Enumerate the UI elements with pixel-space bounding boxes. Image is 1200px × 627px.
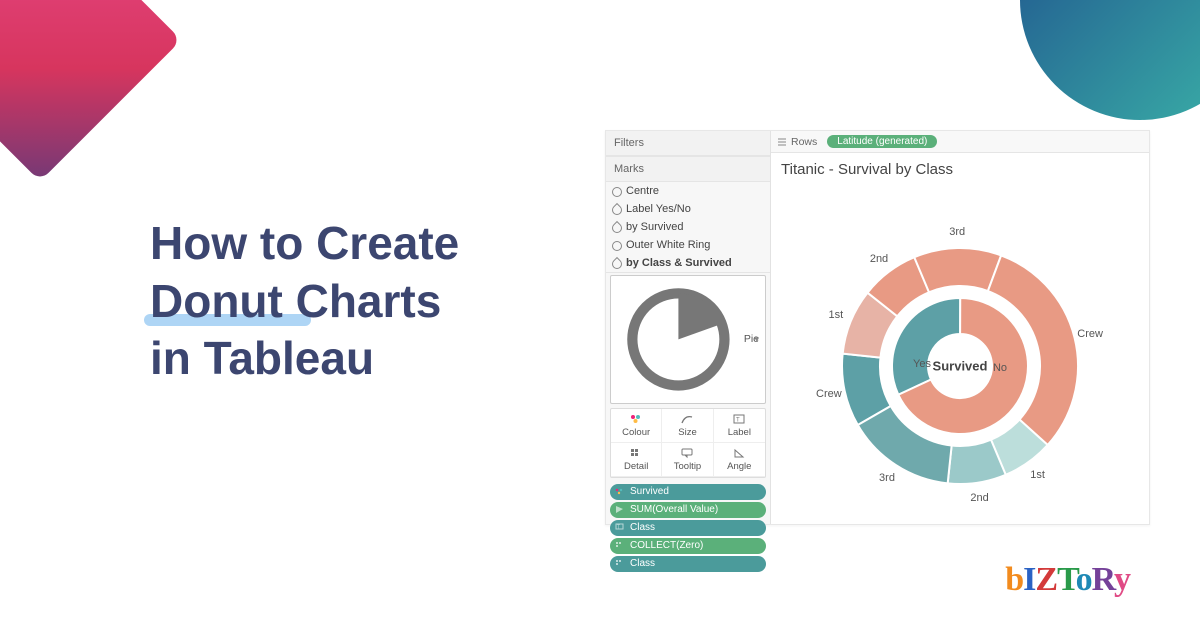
rows-shelf[interactable]: Rows Latitude (generated) (771, 131, 1149, 153)
tooltip-icon (680, 447, 694, 459)
marks-header: Marks (606, 157, 770, 182)
outer-label-crew_top: Crew (816, 388, 842, 400)
outer-label-first_left: 1st (1030, 469, 1045, 481)
tableau-sidebar: Filters Marks Centre Label Yes/No by Sur… (606, 131, 771, 524)
outer-label-first_top: 1st (829, 309, 844, 321)
card-label[interactable]: T Label (714, 409, 765, 443)
rows-label: Rows (777, 136, 817, 148)
tableau-viz-area: Rows Latitude (generated) Titanic - Surv… (771, 131, 1149, 524)
tableau-screenshot: Filters Marks Centre Label Yes/No by Sur… (605, 130, 1150, 525)
card-size[interactable]: Size (662, 409, 713, 443)
pill-sum-overall[interactable]: SUM(Overall Value) (610, 502, 766, 518)
card-angle[interactable]: Angle (714, 443, 765, 477)
outer-label-second_left: 2nd (970, 492, 988, 504)
decorative-shape-top-right (1020, 0, 1200, 120)
colour-icon (629, 413, 643, 425)
pill-survived[interactable]: Survived (610, 484, 766, 500)
marks-card-grid: Colour Size T Label Detail Tooltip Angle (610, 408, 766, 478)
angle-icon (732, 447, 746, 459)
headline-line-1: How to Create (150, 215, 459, 273)
donut-chart: Survived Yes No Crew 1st 2nd 3rd Crew 1st 2nd 3… (771, 180, 1149, 524)
outer-label-crew_bottom: Crew (1077, 328, 1103, 340)
headline-line-2: Donut Charts (150, 275, 441, 327)
mark-outer-white[interactable]: Outer White Ring (606, 236, 770, 254)
svg-text:T: T (736, 417, 740, 423)
card-colour[interactable]: Colour (611, 409, 662, 443)
filters-header: Filters (606, 131, 770, 156)
outer-label-second_right: 2nd (870, 253, 888, 265)
mark-by-survived[interactable]: by Survived (606, 218, 770, 236)
biztory-logo: bIZToRy (1005, 561, 1130, 599)
marks-pills: Survived SUM(Overall Value) TClass COLLE… (610, 484, 766, 572)
svg-text:T: T (617, 525, 620, 531)
marks-list: Centre Label Yes/No by Survived Outer Wh… (606, 182, 770, 273)
outer-label-third_right: 3rd (949, 226, 965, 238)
card-detail[interactable]: Detail (611, 443, 662, 477)
label-icon: T (732, 413, 746, 425)
inner-label-no: No (993, 362, 1007, 374)
mark-label-yesno[interactable]: Label Yes/No (606, 200, 770, 218)
mark-type-label: Pie (744, 333, 759, 345)
donut-center-label: Survived (933, 358, 988, 373)
viz-title: Titanic - Survival by Class (771, 153, 1149, 180)
size-icon (680, 413, 694, 425)
headline-line-3: in Tableau (150, 330, 459, 388)
outer-label-third_left: 3rd (879, 472, 895, 484)
page-headline: How to Create Donut Charts in Tableau (150, 215, 459, 388)
card-tooltip[interactable]: Tooltip (662, 443, 713, 477)
inner-label-yes: Yes (913, 358, 931, 370)
pill-class-1[interactable]: TClass (610, 520, 766, 536)
rows-icon (777, 137, 787, 147)
pill-class-2[interactable]: Class (610, 556, 766, 572)
pill-collect-zero[interactable]: COLLECT(Zero) (610, 538, 766, 554)
detail-icon (629, 447, 643, 459)
mark-by-class-survived[interactable]: by Class & Survived (606, 254, 770, 272)
rows-pill-latitude[interactable]: Latitude (generated) (827, 135, 937, 148)
decorative-shape-top-left (0, 0, 181, 181)
mark-centre[interactable]: Centre (606, 182, 770, 200)
pie-icon (617, 278, 740, 401)
mark-type-dropdown[interactable]: Pie (610, 275, 766, 404)
